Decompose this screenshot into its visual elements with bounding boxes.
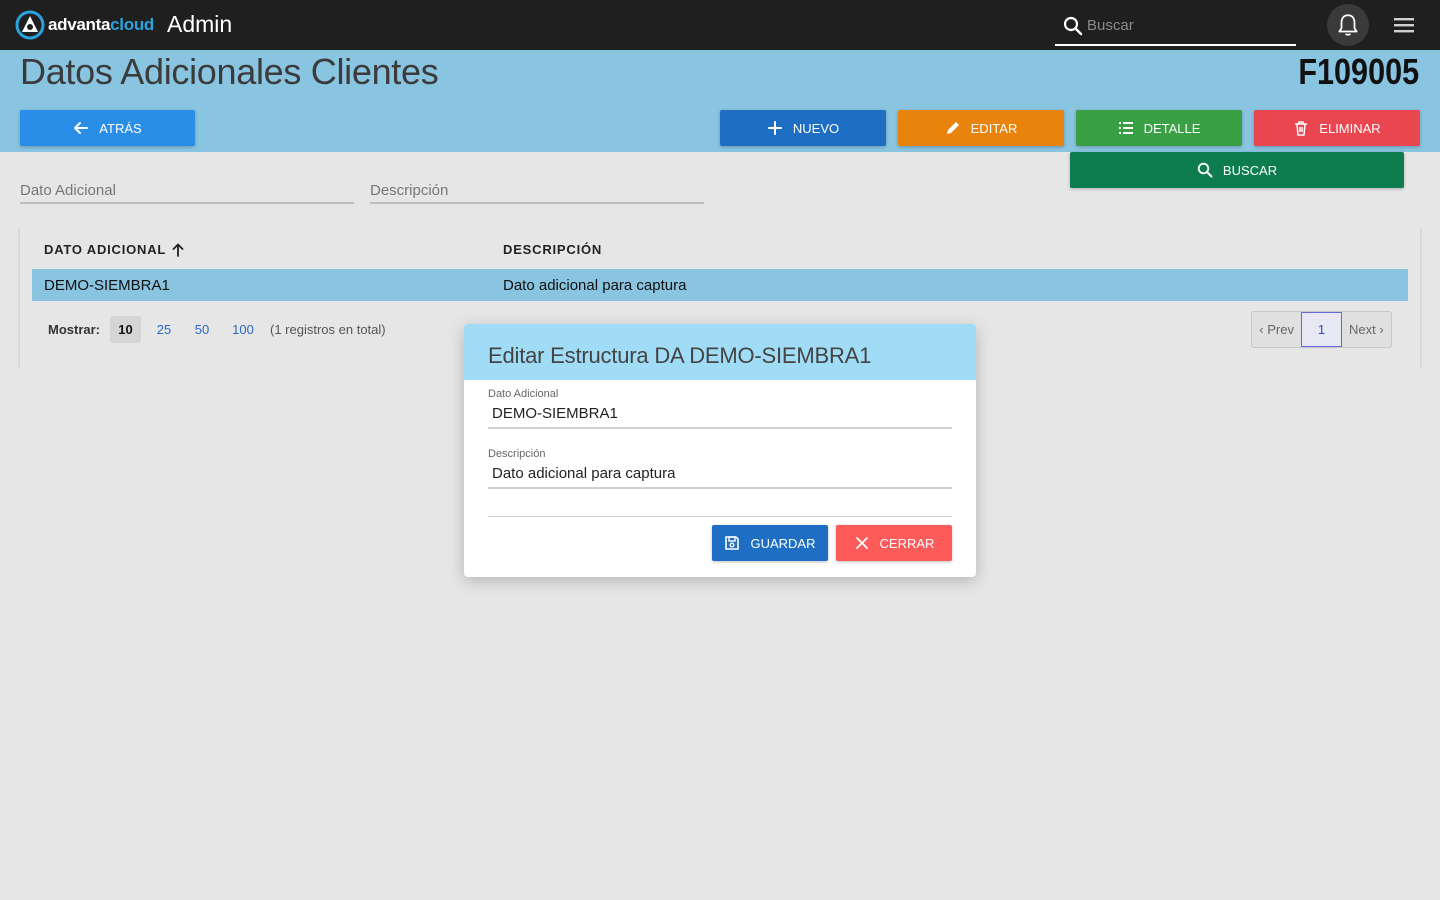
next-page-button[interactable]: Next › xyxy=(1342,312,1391,347)
descripcion-filter[interactable] xyxy=(370,178,704,204)
hamburger-menu-icon xyxy=(1394,18,1414,33)
page-title: Datos Adicionales Clientes xyxy=(20,51,439,92)
column-header-label: DESCRIPCIÓN xyxy=(503,242,603,257)
table-cell-descripcion: Dato adicional para captura xyxy=(503,277,687,294)
back-button[interactable]: ATRÁS xyxy=(20,110,195,146)
logo-text: advanta xyxy=(48,15,111,34)
logo-text-accent: cloud xyxy=(110,15,154,34)
column-header-dato-adicional[interactable]: DATO ADICIONAL xyxy=(44,242,184,257)
total-records: (1 registros en total) xyxy=(270,322,386,337)
edit-dialog: Editar Estructura DA DEMO-SIEMBRA1 Dato … xyxy=(464,324,976,577)
close-button-label: CERRAR xyxy=(879,535,935,551)
column-header-label: DATO ADICIONAL xyxy=(44,242,167,257)
search-button-label: BUSCAR xyxy=(1222,162,1278,178)
edit-dialog-title: Editar Estructura DA DEMO-SIEMBRA1 xyxy=(488,343,872,368)
edit-button[interactable]: EDITAR xyxy=(898,110,1064,146)
hamburger-menu-button[interactable] xyxy=(1391,14,1417,36)
dato-adicional-filter-input[interactable] xyxy=(20,178,354,202)
search-icon xyxy=(1197,162,1213,178)
pencil-icon xyxy=(946,122,959,134)
page-size-label: Mostrar: xyxy=(48,322,101,337)
back-button-label: ATRÁS xyxy=(99,120,142,136)
page-size-50[interactable]: 50 xyxy=(188,316,216,343)
descripcion-label: Descripción xyxy=(488,448,546,460)
close-icon xyxy=(855,537,868,549)
global-search-input[interactable] xyxy=(1087,13,1287,37)
search-button[interactable]: BUSCAR xyxy=(1070,152,1404,188)
dialog-divider xyxy=(488,516,952,517)
save-button-label: GUARDAR xyxy=(750,535,816,551)
new-button[interactable]: NUEVO xyxy=(720,110,886,146)
trash-icon xyxy=(1295,121,1308,136)
delete-button-label: ELIMINAR xyxy=(1319,120,1381,136)
page-size-25[interactable]: 25 xyxy=(150,316,178,343)
table-cell-dato-adicional: DEMO-SIEMBRA1 xyxy=(44,277,170,294)
dato-adicional-label: Dato Adicional xyxy=(488,388,559,400)
sort-ascending-icon xyxy=(172,242,184,257)
edit-button-label: EDITAR xyxy=(970,120,1018,136)
table-row[interactable] xyxy=(32,269,1408,301)
search-icon xyxy=(1063,16,1083,36)
bell-icon xyxy=(1338,14,1358,36)
detail-button[interactable]: DETALLE xyxy=(1076,110,1242,146)
list-icon xyxy=(1118,122,1133,134)
advantacloud-logo-icon xyxy=(15,10,45,40)
delete-button[interactable]: ELIMINAR xyxy=(1254,110,1420,146)
descripcion-input[interactable] xyxy=(488,461,952,485)
detail-button-label: DETALLE xyxy=(1143,120,1201,136)
dato-adicional-input[interactable] xyxy=(488,401,952,425)
descripcion-field[interactable] xyxy=(488,461,952,489)
dato-adicional-filter[interactable] xyxy=(20,178,354,204)
dato-adicional-field[interactable] xyxy=(488,401,952,429)
global-search[interactable] xyxy=(1055,8,1296,46)
pagination: ‹ Prev 1 Next › xyxy=(1251,311,1392,348)
save-button[interactable]: GUARDAR xyxy=(712,525,828,561)
page-size-10[interactable]: 10 xyxy=(110,316,141,343)
advantacloud-logo[interactable]: advantacloud xyxy=(15,10,154,40)
plus-icon xyxy=(767,121,782,135)
arrow-left-icon xyxy=(74,122,89,134)
current-page-button[interactable]: 1 xyxy=(1301,312,1342,347)
notifications-button[interactable] xyxy=(1327,4,1369,46)
new-button-label: NUEVO xyxy=(792,120,840,136)
page-code: F109005 xyxy=(1298,51,1419,92)
app-title: Admin xyxy=(167,11,233,37)
prev-page-button[interactable]: ‹ Prev xyxy=(1252,312,1301,347)
top-navbar: advantacloud Admin xyxy=(0,0,1440,50)
descripcion-filter-input[interactable] xyxy=(370,178,704,202)
column-header-descripcion[interactable]: DESCRIPCIÓN xyxy=(503,242,602,257)
close-button[interactable]: CERRAR xyxy=(836,525,952,561)
save-icon xyxy=(725,536,740,550)
page-size-100[interactable]: 100 xyxy=(228,316,258,343)
